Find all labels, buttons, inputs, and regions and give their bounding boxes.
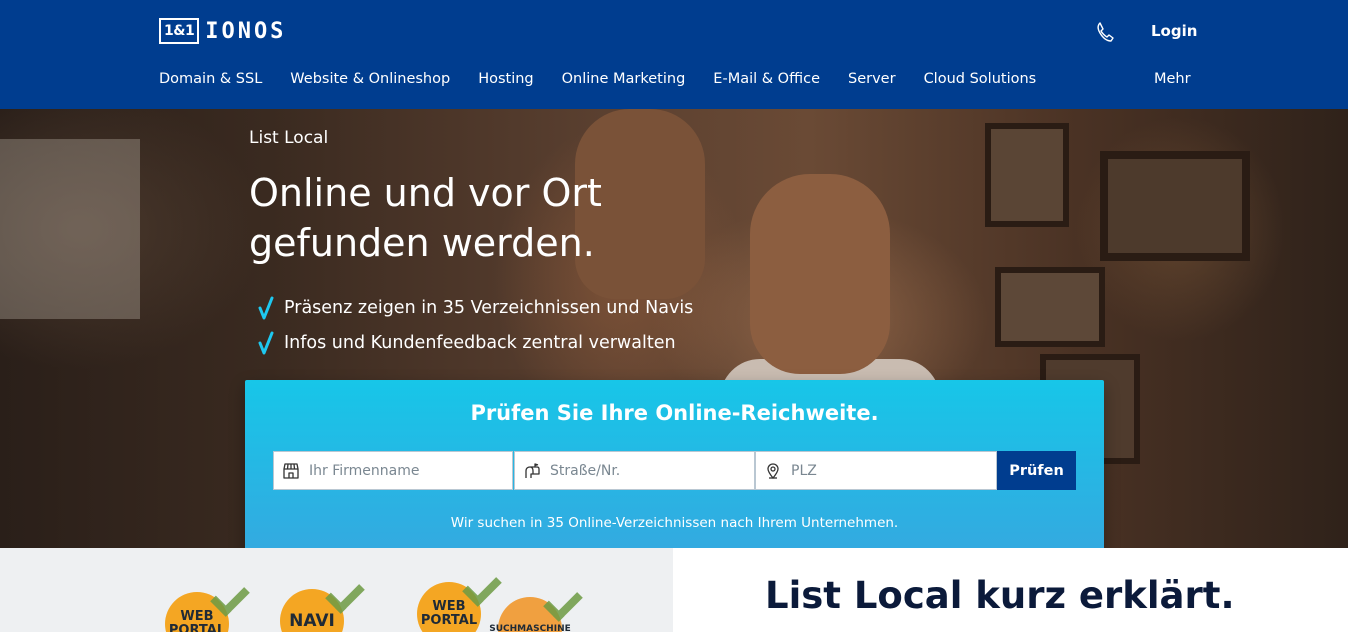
phone-icon[interactable] [1094,20,1118,44]
hero-bullets: Präsenz zeigen in 35 Verzeichnissen und … [258,290,693,360]
ionos-logo[interactable]: 1&1 IONOS [159,16,286,46]
badge-label: SUCHMASCHINE [489,624,571,632]
login-link[interactable]: Login [1151,22,1197,40]
list-item: Infos und Kundenfeedback zentral verwalt… [258,325,693,360]
hero-photo-frame [985,123,1069,227]
store-icon [283,462,299,479]
company-name-field[interactable] [273,451,513,490]
reach-check-box: Prüfen Sie Ihre Online-Reichweite. Prüfe… [245,380,1104,554]
headline-line-2: gefunden werden. [249,221,595,265]
zip-field[interactable] [755,451,997,490]
nav-cloud-solutions[interactable]: Cloud Solutions [924,71,1037,87]
logo-wordmark: IONOS [205,18,287,44]
nav-server[interactable]: Server [848,71,896,87]
bullet-text: Infos und Kundenfeedback zentral verwalt… [284,332,676,353]
mailbox-icon [525,462,540,478]
check-button[interactable]: Prüfen [997,451,1076,490]
hero-headline: Online und vor Ort gefunden werden. [249,168,769,268]
main-nav: Domain & SSL Website & Onlineshop Hostin… [159,71,1064,87]
street-field[interactable] [514,451,755,490]
bullet-text: Präsenz zeigen in 35 Verzeichnissen und … [284,297,694,318]
headline-line-1: Online und vor Ort [249,171,602,215]
list-item: Präsenz zeigen in 35 Verzeichnissen und … [258,290,693,325]
badge-label: NAVI [289,611,335,631]
logo-mark: 1&1 [159,18,200,44]
hero-photo-frame [1100,151,1250,261]
zip-input[interactable] [791,462,996,479]
reach-check-note: Wir suchen in 35 Online-Verzeichnissen n… [450,515,899,531]
explainer-title: List Local kurz erklärt. [765,574,1235,617]
location-pin-icon [767,462,779,479]
top-bar: 1&1 IONOS Login Domain & SSL Website & O… [0,0,1348,109]
nav-website-onlineshop[interactable]: Website & Onlineshop [290,71,450,87]
check-icon [258,331,274,354]
badge-label: WEB PORTAL [420,599,478,628]
check-icon [258,296,274,319]
nav-online-marketing[interactable]: Online Marketing [562,71,686,87]
web-portal-badge: WEB PORTAL [417,567,502,632]
hero-eyebrow: List Local [249,128,329,148]
nav-email-office[interactable]: E-Mail & Office [713,71,820,87]
badge-label: WEB PORTAL [168,609,226,632]
company-name-input[interactable] [309,462,512,479]
hero-photo-frame [995,267,1105,347]
nav-more[interactable]: Mehr [1154,71,1191,87]
reach-check-title: Prüfen Sie Ihre Online-Reichweite. [470,401,879,425]
hero-photo-window [0,139,140,319]
street-input[interactable] [550,462,754,479]
nav-domain-ssl[interactable]: Domain & SSL [159,71,262,87]
hero-photo-customer [750,174,890,374]
nav-hosting[interactable]: Hosting [478,71,533,87]
